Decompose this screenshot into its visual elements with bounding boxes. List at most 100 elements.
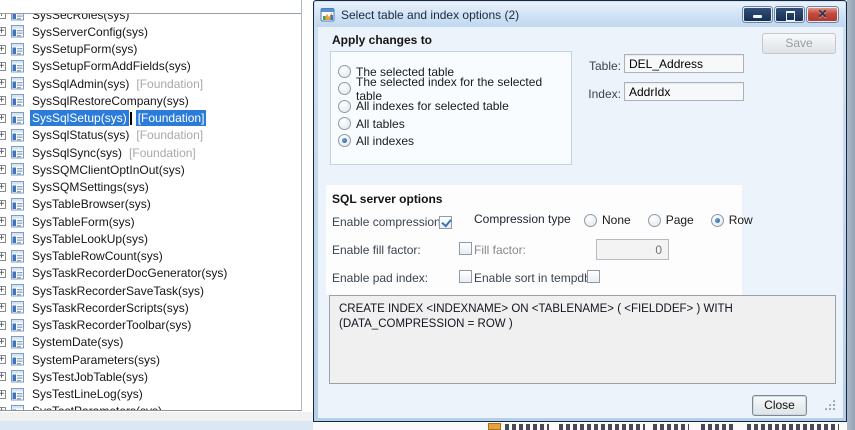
tree-item[interactable]: + SysTestParameters(sys) [0, 403, 301, 411]
expand-plus-icon[interactable]: + [0, 131, 6, 140]
dialog-body: Apply changes to The selected table The … [318, 27, 843, 418]
expand-plus-icon[interactable]: + [0, 303, 6, 312]
compression-type-option[interactable]: None [584, 213, 631, 227]
radio-icon[interactable] [584, 214, 597, 227]
tree-clip-mask [0, 0, 301, 14]
minimize-button[interactable] [743, 7, 772, 22]
expand-plus-icon[interactable]: + [0, 45, 6, 54]
close-window-button[interactable] [807, 7, 838, 22]
tree-item[interactable]: + SystemParameters(sys) [0, 351, 301, 368]
radio-icon[interactable] [338, 65, 351, 78]
expand-plus-icon[interactable]: + [0, 165, 6, 174]
maximize-button[interactable] [775, 7, 804, 22]
dialog-titlebar[interactable]: Select table and index options (2) [315, 2, 845, 27]
tree-item[interactable]: + SysTestLineLog(sys) [0, 386, 301, 403]
radio-icon[interactable] [711, 214, 724, 227]
apply-option-radio[interactable]: All tables [331, 115, 571, 132]
save-button[interactable]: Save [762, 33, 836, 54]
table-icon [11, 94, 24, 107]
expand-plus-icon[interactable]: + [0, 252, 6, 261]
tree-item-layer-tag: [Foundation] [134, 127, 205, 143]
table-icon [11, 301, 24, 314]
tree-item[interactable]: + SysSqlAdmin(sys) [Foundation] [0, 75, 301, 92]
apply-option-radio[interactable]: All indexes [331, 132, 571, 149]
expand-plus-icon[interactable]: + [0, 234, 6, 243]
tree-item[interactable]: + SysTaskRecorderToolbar(sys) [0, 317, 301, 334]
radio-label: All tables [356, 117, 405, 131]
tree-item[interactable]: + SystemDate(sys) [0, 334, 301, 351]
enable-compression-checkbox[interactable] [439, 216, 452, 229]
tree-item[interactable]: + SysTestJobTable(sys) [0, 368, 301, 385]
expand-plus-icon[interactable]: + [0, 148, 6, 157]
background-window-fragment [313, 422, 847, 430]
tree-item[interactable]: + SysSqlSync(sys) [Foundation] [0, 144, 301, 161]
sort-in-tempdb-checkbox[interactable] [587, 270, 600, 283]
sql-statement-preview[interactable]: CREATE INDEX <INDEXNAME> ON <TABLENAME> … [329, 295, 836, 384]
fill-factor-field[interactable]: 0 [596, 239, 669, 260]
expand-plus-icon[interactable]: + [0, 200, 6, 209]
sql-options-heading: SQL server options [332, 192, 442, 206]
expand-plus-icon[interactable]: + [0, 114, 6, 123]
tree-item[interactable]: + SysSQMSettings(sys) [0, 179, 301, 196]
tree-item[interactable]: + SysTaskRecorderDocGenerator(sys) [0, 265, 301, 282]
expand-plus-icon[interactable]: + [0, 286, 6, 295]
expand-plus-icon[interactable]: + [0, 183, 6, 192]
table-field[interactable]: DEL_Address [624, 54, 744, 73]
tree-item[interactable]: + SysServerConfig(sys) [0, 23, 301, 40]
expand-plus-icon[interactable]: + [0, 407, 6, 411]
tree-item-layer-tag: [Foundation] [134, 76, 205, 92]
tree-item-label: SysSqlAdmin(sys) [30, 76, 131, 92]
tree-item[interactable]: + SysTableForm(sys) [0, 213, 301, 230]
table-icon [11, 112, 24, 125]
sort-in-tempdb-label: Enable sort in tempdb: [474, 271, 594, 285]
expand-plus-icon[interactable]: + [0, 269, 6, 278]
table-icon [11, 129, 24, 142]
expand-plus-icon[interactable]: + [0, 338, 6, 347]
enable-pad-index-checkbox[interactable] [459, 270, 472, 283]
table-icon [11, 215, 24, 228]
enable-compression-label: Enable compression: [332, 215, 444, 229]
expand-plus-icon[interactable]: + [0, 321, 6, 330]
radio-icon[interactable] [648, 214, 661, 227]
tree-item[interactable]: + SysTableRowCount(sys) [0, 248, 301, 265]
expand-plus-icon[interactable]: + [0, 62, 6, 71]
expand-plus-icon[interactable]: + [0, 372, 6, 381]
index-field[interactable]: AddrIdx [624, 82, 744, 101]
expand-plus-icon[interactable]: + [0, 79, 6, 88]
expand-plus-icon[interactable]: + [0, 27, 6, 36]
resize-grip[interactable] [823, 398, 836, 411]
tree-item[interactable]: + SysSqlStatus(sys) [Foundation] [0, 127, 301, 144]
expand-plus-icon[interactable]: + [0, 355, 6, 364]
tree-item[interactable]: + SysSqlSetup(sys) [Foundation] [0, 110, 301, 127]
radio-icon[interactable] [338, 117, 351, 130]
tree-item[interactable]: + SysSQMClientOptInOut(sys) [0, 161, 301, 178]
close-button[interactable]: Close [752, 395, 807, 416]
tree-item[interactable]: + SysTableBrowser(sys) [0, 196, 301, 213]
radio-icon[interactable] [338, 82, 351, 95]
compression-type-option[interactable]: Row [711, 213, 753, 227]
table-icon [11, 163, 24, 176]
expand-plus-icon[interactable]: + [0, 390, 6, 399]
tree-item-label: SysTableBrowser(sys) [30, 196, 153, 212]
tree-item[interactable]: + SysTaskRecorderScripts(sys) [0, 299, 301, 316]
table-icon [11, 77, 24, 90]
tree-item[interactable]: + SysSetupFormAddFields(sys) [0, 58, 301, 75]
tree-item[interactable]: + SysSqlRestoreCompany(sys) [0, 92, 301, 109]
table-icon [11, 146, 24, 159]
background-text-fragment [505, 424, 549, 430]
tree-item[interactable]: + SysSetupForm(sys) [0, 41, 301, 58]
expand-plus-icon[interactable]: + [0, 96, 6, 105]
apply-changes-heading: Apply changes to [332, 33, 432, 47]
table-icon [11, 43, 24, 56]
radio-icon[interactable] [338, 100, 351, 113]
compression-type-option[interactable]: Page [648, 213, 694, 227]
enable-fill-factor-checkbox[interactable] [459, 242, 472, 255]
expand-plus-icon[interactable]: + [0, 217, 6, 226]
apply-option-radio[interactable]: The selected index for the selected tabl… [331, 80, 571, 97]
tree-item[interactable]: + SysTaskRecorderSaveTask(sys) [0, 282, 301, 299]
radio-icon[interactable] [338, 134, 351, 147]
tree-item[interactable]: + SysTableLookUp(sys) [0, 230, 301, 247]
background-icon-fragment [488, 423, 501, 430]
table-icon [11, 181, 24, 194]
table-icon [11, 198, 24, 211]
